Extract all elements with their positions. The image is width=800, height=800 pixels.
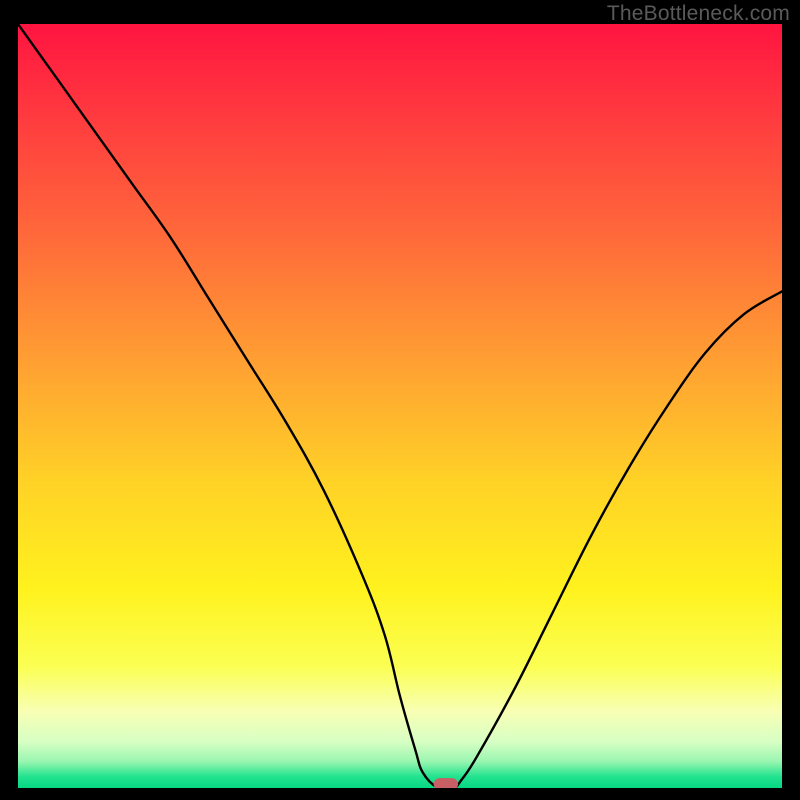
chart-frame: TheBottleneck.com (0, 0, 800, 800)
chart-svg (18, 24, 782, 788)
optimal-point-marker (434, 778, 458, 788)
bottleneck-chart (18, 24, 782, 788)
watermark-text: TheBottleneck.com (607, 2, 790, 26)
